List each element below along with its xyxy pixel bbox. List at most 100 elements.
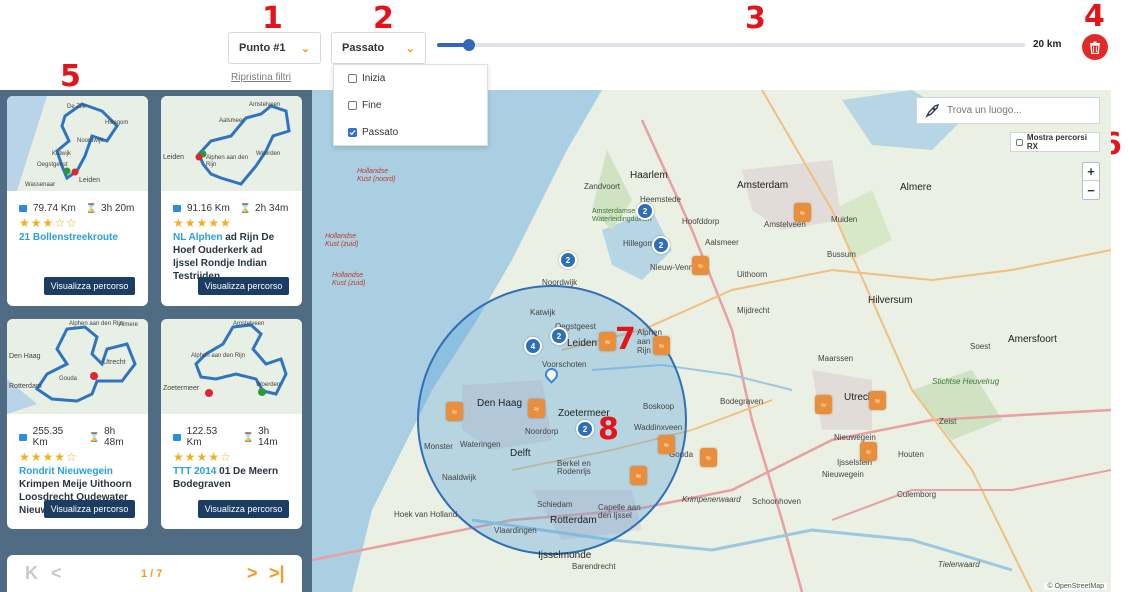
annotation-8: 8 xyxy=(598,412,619,447)
hourglass-icon: ⌛ xyxy=(239,203,252,213)
cluster-marker[interactable]: 2 xyxy=(636,202,654,220)
route-name-highlight: 21 Bollenstreekroute xyxy=(19,232,118,243)
rx-label: Mostra percorsi RX xyxy=(1026,133,1087,151)
view-route-button[interactable]: Visualizza percorso xyxy=(44,500,135,518)
map-label: Ijsselmonde xyxy=(538,550,592,561)
hourglass-icon: ⌛ xyxy=(242,431,255,442)
map-label: Rotterdam xyxy=(9,383,42,390)
distance-icon xyxy=(173,433,181,441)
distance-value: 20 km xyxy=(1033,39,1062,50)
poi-marker-icon[interactable]: ≈ xyxy=(528,399,545,418)
type-dropdown-menu: Inizia Fine Passato xyxy=(333,64,488,146)
poi-marker-icon[interactable]: ≈ xyxy=(869,391,886,410)
route-name[interactable]: 21 Bollenstreekroute xyxy=(19,231,136,244)
annotation-1: 1 xyxy=(262,1,283,36)
poi-marker-icon[interactable]: ≈ xyxy=(860,442,877,461)
map-label: Berkel en Rodenrijs xyxy=(557,459,591,476)
place-search-box xyxy=(916,97,1100,124)
map-label: Alphen aan den Rijn xyxy=(206,155,249,168)
point-select[interactable]: Punto #1 ⌄ xyxy=(228,32,321,64)
view-route-button[interactable]: Visualizza percorso xyxy=(198,500,289,518)
checkbox[interactable] xyxy=(348,74,357,83)
map-label: Noordorp xyxy=(525,427,559,436)
map-label: Zoetermeer xyxy=(163,385,200,392)
pagination: K < 1 / 7 > >| xyxy=(7,555,302,592)
show-rx-routes-toggle[interactable]: Mostra percorsi RX xyxy=(1010,132,1100,152)
view-route-button[interactable]: Visualizza percorso xyxy=(198,277,289,295)
map-label: Almere xyxy=(900,182,932,193)
dropdown-option-inizia[interactable]: Inizia xyxy=(334,65,487,92)
map-label: Maarssen xyxy=(818,354,854,363)
map-label: Hillegom xyxy=(105,120,129,126)
map-label: Barendrecht xyxy=(572,562,616,571)
poi-marker-icon[interactable]: ≈ xyxy=(446,402,463,421)
map-label: Aalsmeer xyxy=(219,118,245,124)
map-label: Den Haag xyxy=(477,398,523,409)
poi-marker-icon[interactable]: ≈ xyxy=(658,435,675,454)
annotation-3: 3 xyxy=(745,1,766,36)
trash-icon xyxy=(1090,41,1100,54)
map[interactable]: Haarlem Amsterdam Almere Zandvoort Heems… xyxy=(312,90,1111,592)
distance-slider-thumb[interactable] xyxy=(463,39,475,51)
map-label: Haarlem xyxy=(630,170,668,181)
zoom-in-button[interactable]: + xyxy=(1083,163,1099,181)
map-label: Den Haag xyxy=(9,353,41,360)
map-label: Monster xyxy=(424,442,453,451)
map-label: Zeist xyxy=(939,417,957,426)
map-attribution[interactable]: © OpenStreetMap xyxy=(1044,583,1107,590)
poi-marker-icon[interactable]: ≈ xyxy=(653,336,670,355)
route-thumbnail-map: De Zilk Hillegom Noordwijk Katwijk Oegst… xyxy=(7,96,148,191)
cluster-marker[interactable]: 2 xyxy=(652,236,670,254)
cluster-marker[interactable]: 4 xyxy=(524,337,542,355)
cluster-marker[interactable]: 2 xyxy=(576,420,594,438)
route-card: Alphen aan den Rijn Den Haag Utrecht Gou… xyxy=(7,319,148,529)
checkbox-checked[interactable] xyxy=(348,128,357,137)
map-label: Leiden xyxy=(79,177,101,184)
checkbox[interactable] xyxy=(348,101,357,110)
checkbox[interactable] xyxy=(1016,138,1023,146)
option-label: Fine xyxy=(362,100,382,111)
route-thumbnail xyxy=(161,96,302,191)
map-label: Woerden xyxy=(256,382,281,388)
distance-slider-track[interactable] xyxy=(437,43,1025,47)
route-name[interactable]: TTT 2014 01 De Meern Bodegraven xyxy=(173,465,290,491)
map-label: Bussum xyxy=(827,250,856,259)
poi-marker-icon[interactable]: ≈ xyxy=(599,332,616,351)
dropdown-option-fine[interactable]: Fine xyxy=(334,92,487,119)
map-label: Soest xyxy=(970,342,991,351)
map-label: Noordwijk xyxy=(542,278,578,287)
distance-icon xyxy=(19,433,27,441)
poi-marker-icon[interactable]: ≈ xyxy=(700,448,717,467)
last-page-button[interactable]: >| xyxy=(269,563,285,584)
dropdown-option-passato[interactable]: Passato xyxy=(334,119,487,146)
map-label: Hoek van Holland xyxy=(394,510,458,519)
cluster-marker[interactable]: 2 xyxy=(559,251,577,269)
map-label: Krimpenerwaard xyxy=(682,495,741,504)
route-duration: 8h 48m xyxy=(104,426,124,448)
poi-marker-icon[interactable]: ≈ xyxy=(794,203,811,222)
route-thumbnail-map: Alphen aan den Rijn Den Haag Utrecht Gou… xyxy=(7,319,148,414)
first-page-button[interactable]: K xyxy=(25,563,38,584)
route-duration: 3h 14m xyxy=(258,426,278,448)
type-select[interactable]: Passato ⌄ xyxy=(331,32,426,64)
option-label: Inizia xyxy=(362,73,386,84)
view-route-button[interactable]: Visualizza percorso xyxy=(44,277,135,295)
poi-marker-icon[interactable]: ≈ xyxy=(815,395,832,414)
prev-page-button[interactable]: < xyxy=(51,563,62,584)
route-card: Amstelveen Alphen aan den Rijn Zoetermee… xyxy=(161,319,302,529)
map-label: Stichtse Heuvelrug xyxy=(932,377,1000,386)
sea-label: Hollandse Kust (zuid) xyxy=(325,233,359,248)
map-label: Alphen aan den Rijn xyxy=(69,321,124,327)
poi-marker-icon[interactable]: ≈ xyxy=(630,466,647,485)
next-page-button[interactable]: > xyxy=(247,563,258,584)
map-label: Nieuwegein xyxy=(822,470,864,479)
place-search-input[interactable] xyxy=(947,105,1087,116)
map-label: Zandvoort xyxy=(584,182,621,191)
reset-filters-link[interactable]: Ripristina filtri xyxy=(231,72,291,83)
map-label: Schoonhoven xyxy=(752,497,801,506)
cluster-marker[interactable]: 2 xyxy=(550,327,568,345)
route-name[interactable]: NL Alphen ad Rijn De Hoef Ouderkerk ad I… xyxy=(173,231,290,283)
zoom-out-button[interactable]: − xyxy=(1083,181,1099,199)
delete-button[interactable] xyxy=(1082,34,1108,60)
poi-marker-icon[interactable]: ≈ xyxy=(692,256,709,275)
